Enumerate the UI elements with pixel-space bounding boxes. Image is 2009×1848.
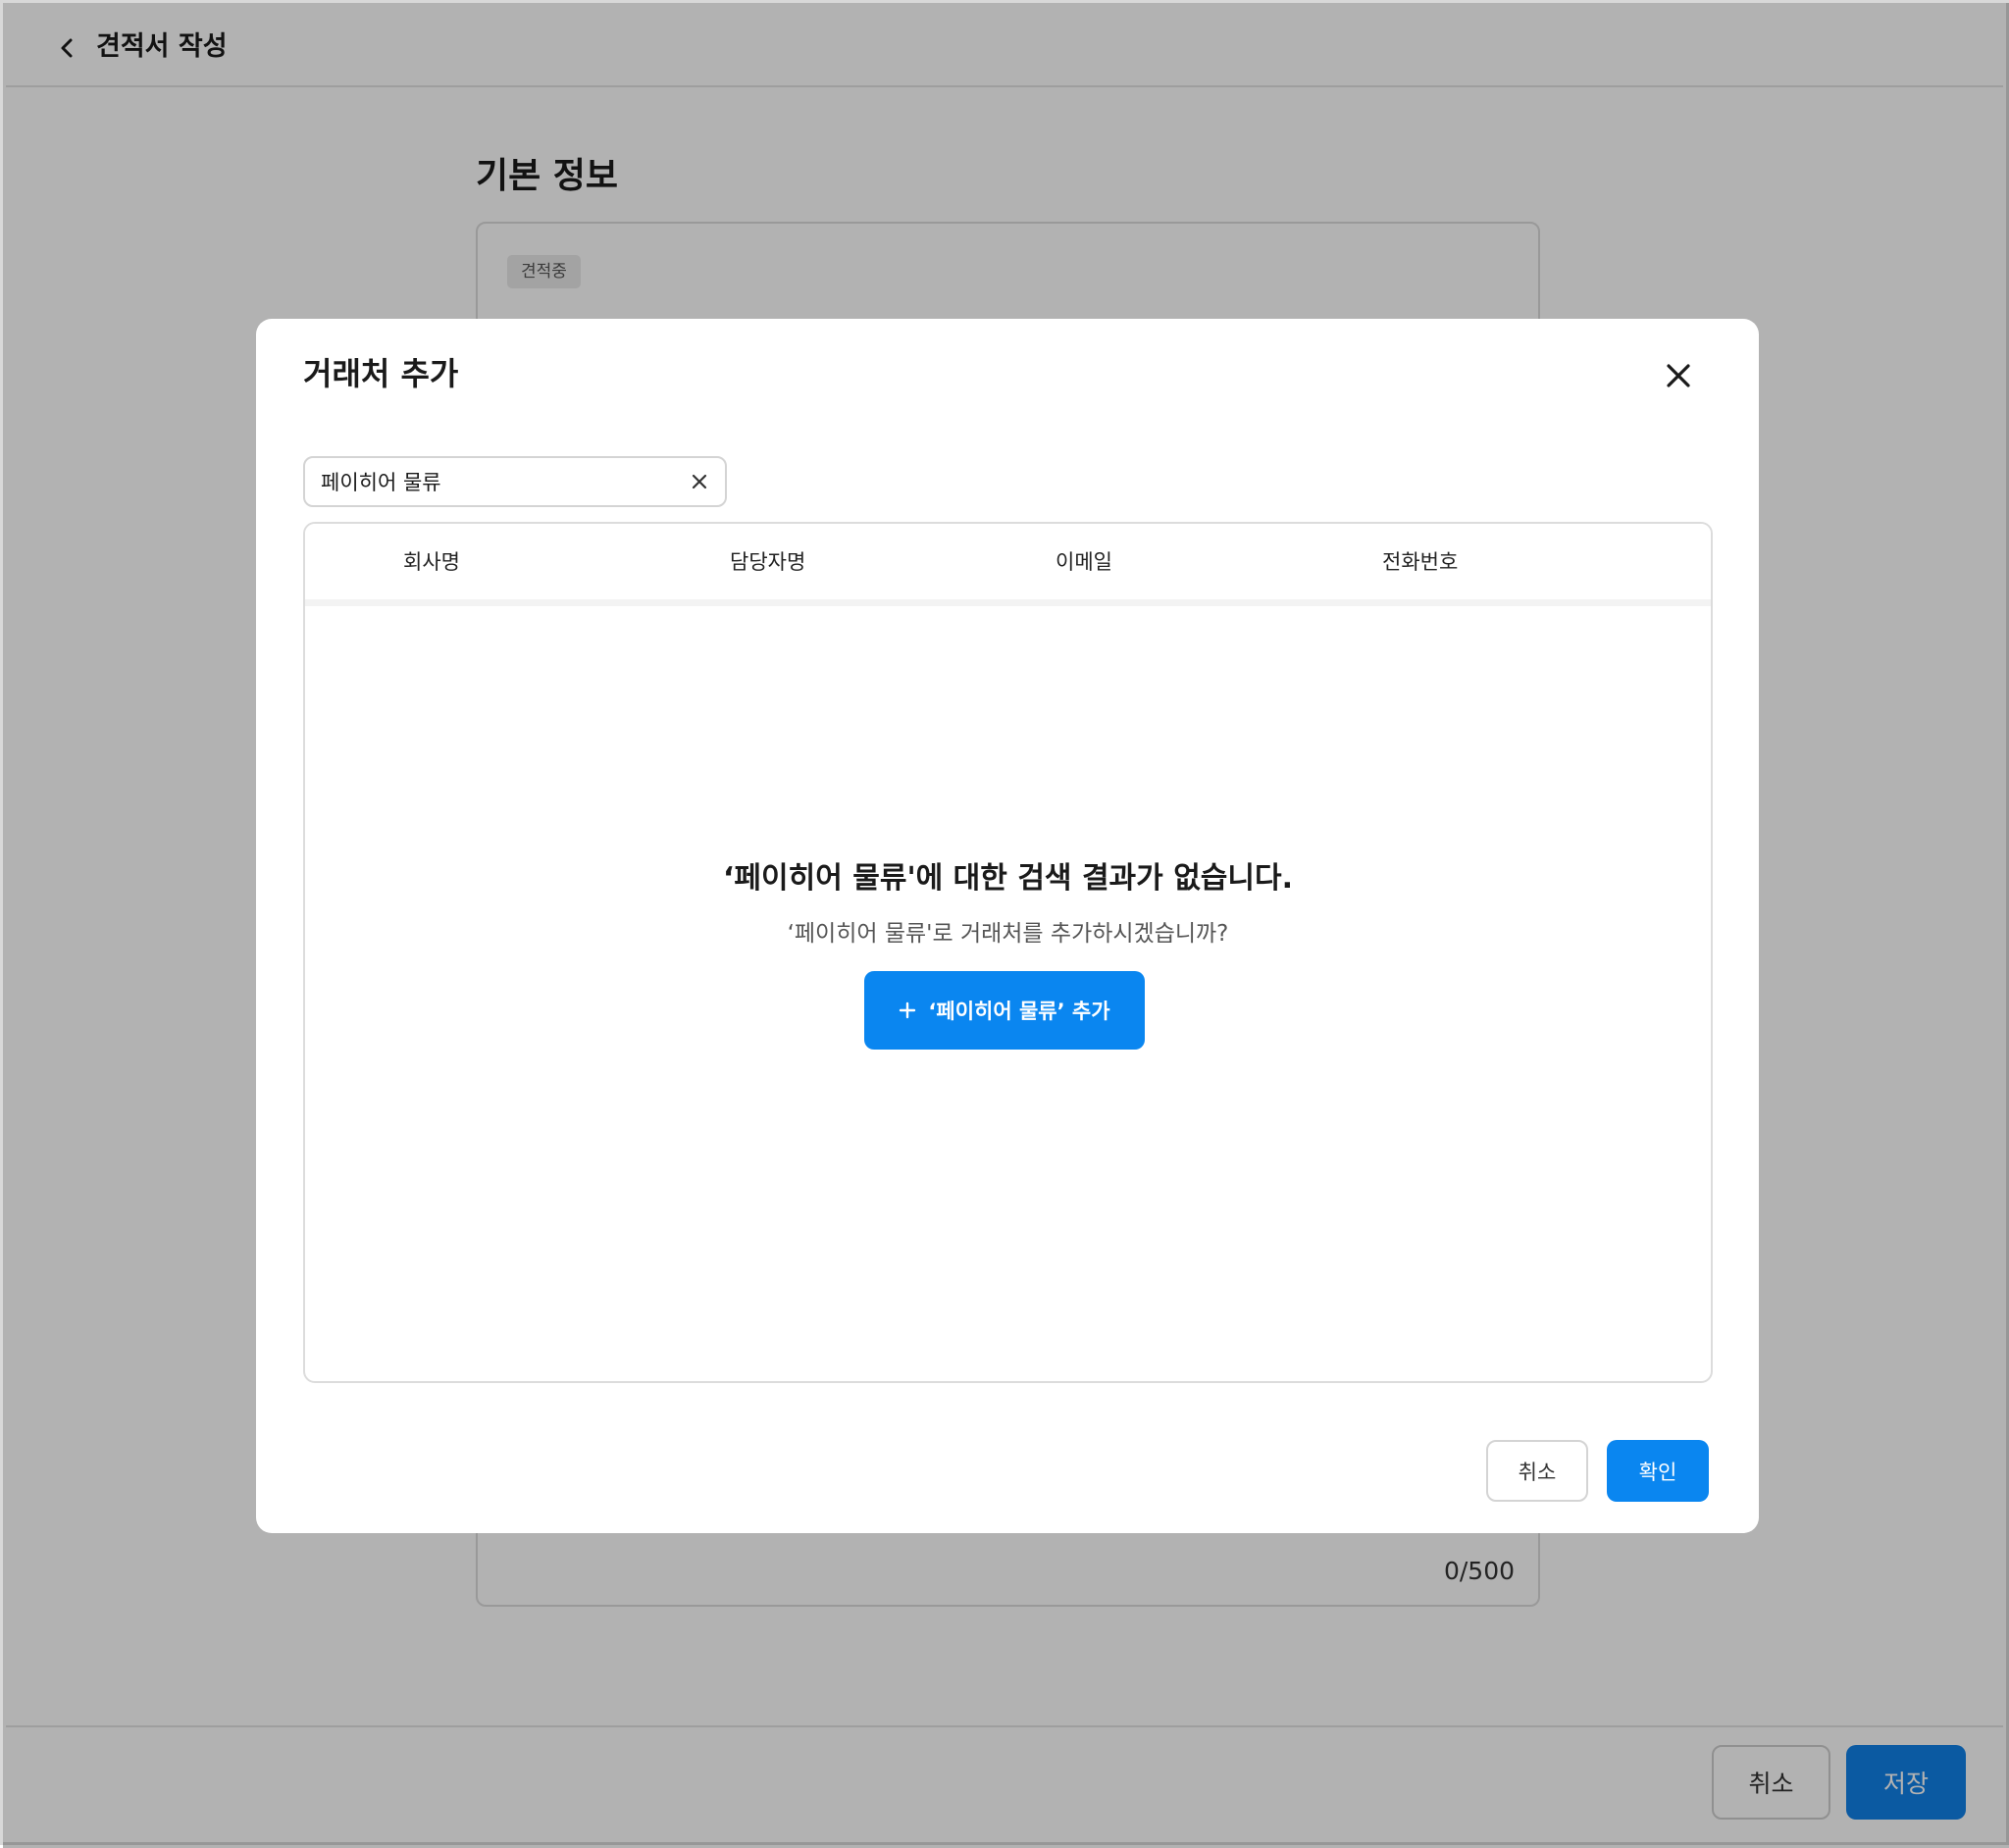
search-input[interactable] xyxy=(321,458,654,505)
modal-cancel-button[interactable]: 취소 xyxy=(1486,1440,1588,1502)
modal-confirm-button[interactable]: 확인 xyxy=(1607,1440,1709,1502)
app-window: 견적서 작성 기본 정보 견적중 0/500 취소 저장 거래처 추가 페이히어… xyxy=(0,0,2009,1848)
search-field xyxy=(303,456,727,507)
column-header-email: 이메일 xyxy=(1056,550,1112,574)
close-icon xyxy=(1667,364,1690,387)
column-header-company: 회사명 xyxy=(403,550,460,574)
add-client-button[interactable]: ‘페이히어 물류’ 추가 xyxy=(864,971,1145,1050)
column-header-phone: 전화번호 xyxy=(1382,550,1459,574)
empty-state: ‘페이히어 물류'에 대한 검색 결과가 없습니다. ‘페이히어 물류'로 거래… xyxy=(305,606,1711,1381)
add-client-modal: 거래처 추가 회사명 담당자명 이메일 전화번호 ‘페이히어 물류'에 대한 xyxy=(256,319,1759,1533)
empty-state-subtitle: ‘페이히어 물류'로 거래처를 추가하시겠습니까? xyxy=(787,921,1229,947)
empty-state-title: ‘페이히어 물류'에 대한 검색 결과가 없습니다. xyxy=(723,861,1293,896)
plus-icon xyxy=(900,1001,916,1019)
modal-title: 거래처 추가 xyxy=(303,355,459,392)
add-client-button-label: ‘페이히어 물류’ 추가 xyxy=(928,1000,1110,1023)
column-header-contact: 담당자명 xyxy=(730,550,806,574)
modal-close-button[interactable] xyxy=(1661,358,1696,393)
clear-icon xyxy=(692,474,707,489)
table-header: 회사명 담당자명 이메일 전화번호 xyxy=(305,524,1711,606)
search-clear-button[interactable] xyxy=(688,470,711,493)
results-table: 회사명 담당자명 이메일 전화번호 ‘페이히어 물류'에 대한 검색 결과가 없… xyxy=(303,522,1713,1383)
